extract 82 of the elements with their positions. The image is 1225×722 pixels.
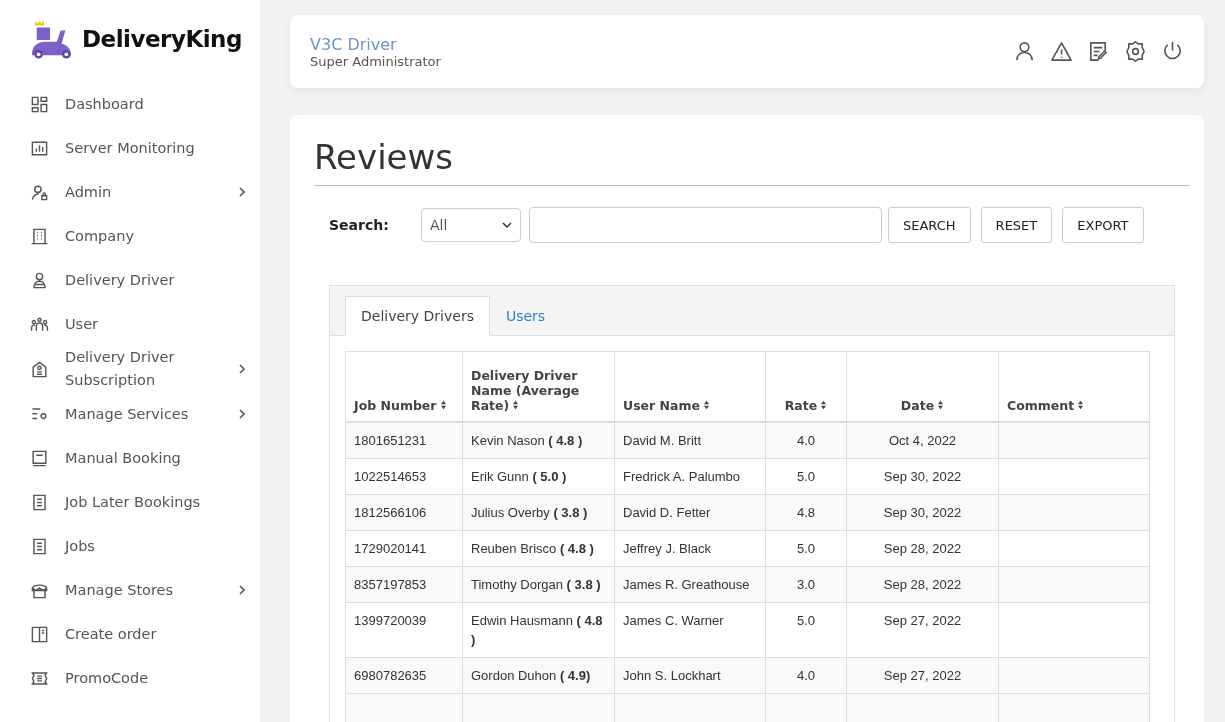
document-icon [30, 492, 49, 512]
sidebar-item[interactable]: Create order [30, 612, 260, 656]
table-cell: Gordon Duhon ( 4.9) [471, 668, 591, 683]
table-cell: Sep 28, 2022 [883, 541, 962, 556]
table-cell: Sep 28, 2022 [883, 577, 962, 592]
document-icon [30, 536, 49, 556]
table-cell: Jeffrey J. Black [623, 541, 711, 556]
table-cell: 5.0 [796, 541, 816, 556]
table-cell: Kevin Nason ( 4.8 ) [471, 433, 583, 448]
table-cell: Timothy Dorgan ( 3.8 ) [471, 577, 601, 592]
caret-icon [502, 222, 512, 228]
user-role: Super Administrator [310, 53, 441, 69]
table-cell: James C. Warner [623, 613, 724, 628]
table-cell: Oct 4, 2022 [888, 433, 957, 448]
sort-icon [820, 400, 828, 410]
table-cell: Edwin Hausmann ( 4.8 ) [471, 613, 603, 647]
table-cell: 1022514653 [354, 469, 427, 484]
table-cell: Erik Gunn ( 5.0 ) [471, 469, 567, 484]
badge-icon [30, 359, 49, 379]
table-cell: Reuben Brisco ( 4.8 ) [471, 541, 594, 556]
sidebar-item[interactable]: Company [30, 214, 260, 258]
table-cell: Fredrick A. Palumbo [623, 469, 741, 484]
sort-icon [937, 400, 945, 410]
table-cell: 1729020141 [354, 541, 427, 556]
table-cell: 8357197853 [354, 577, 427, 592]
table-cell: 1812566106 [354, 505, 427, 520]
sort-icon [512, 400, 520, 410]
user-name: V3C Driver [310, 34, 398, 54]
sidebar-item[interactable]: Jobs [30, 524, 260, 568]
brand-name: DeliveryKing [82, 26, 242, 52]
sidebar-item[interactable]: Manual Booking [30, 436, 260, 480]
table-cell: 6980782635 [354, 668, 427, 683]
sidebar-item[interactable]: Delivery Driver Subscription [30, 346, 260, 392]
sidebar-item[interactable]: Dashboard [30, 82, 260, 126]
filter-dropdown[interactable]: All [421, 208, 521, 242]
building-icon [30, 226, 49, 246]
search-field[interactable] [529, 207, 882, 243]
user-icon[interactable] [1013, 40, 1036, 63]
sidebar-item[interactable]: Job Later Bookings [30, 480, 260, 524]
sidebar-item[interactable]: Delivery Driver [30, 258, 260, 302]
action-button[interactable]: SEARCH [888, 207, 971, 243]
sidebar-item[interactable]: Admin [30, 170, 260, 214]
action-button[interactable]: RESET [980, 207, 1053, 243]
tab[interactable]: Delivery Drivers [345, 296, 490, 336]
tab[interactable]: Users [489, 296, 562, 336]
sidebar-item[interactable]: PromoCode [30, 656, 260, 700]
table-cell: 1801651231 [354, 433, 427, 448]
table-cell: David D. Fetter [623, 505, 711, 520]
table-cell: Sep 30, 2022 [883, 469, 962, 484]
layout-icon [30, 624, 49, 644]
sidebar-item[interactable]: Manage Services [30, 392, 260, 436]
sidebar-item[interactable]: User [30, 302, 260, 346]
table-cell: Sep 30, 2022 [883, 505, 962, 520]
table-cell: 4.8 [796, 505, 816, 520]
sidebar-item[interactable]: Server Monitoring [30, 126, 260, 170]
sort-icon [703, 400, 710, 410]
book-icon [30, 448, 49, 468]
table-cell: Sep 27, 2022 [883, 613, 962, 628]
grid-icon [30, 94, 49, 114]
table-cell: 3.0 [796, 577, 816, 592]
table-cell: John S. Lockhart [623, 668, 721, 683]
table-cell: 1399720039 [354, 613, 427, 628]
table-cell: James R. Greathouse [623, 577, 750, 592]
table-cell: Julius Overby ( 3.8 ) [471, 505, 588, 520]
table-cell: Sep 27, 2022 [883, 668, 962, 683]
sidebar-item[interactable]: Manage Stores [30, 568, 260, 612]
table-cell: 5.0 [796, 469, 816, 484]
table-cell: 4.0 [796, 433, 816, 448]
chart-icon [30, 138, 49, 158]
table-cell: David M. Britt [623, 433, 701, 448]
sort-icon [1077, 400, 1085, 410]
sort-icon [439, 400, 447, 410]
person-icon [30, 270, 49, 290]
people-icon [30, 314, 49, 334]
action-button[interactable]: EXPORT [1062, 207, 1144, 243]
warning-icon[interactable] [1050, 40, 1073, 63]
table-cell: 4.0 [796, 668, 816, 683]
edit-icon[interactable] [1087, 40, 1110, 63]
search-label: Search: [329, 217, 390, 233]
settings-icon[interactable] [1124, 40, 1147, 63]
page-title: Reviews [314, 137, 1190, 186]
table-cell: 5.0 [796, 613, 816, 628]
